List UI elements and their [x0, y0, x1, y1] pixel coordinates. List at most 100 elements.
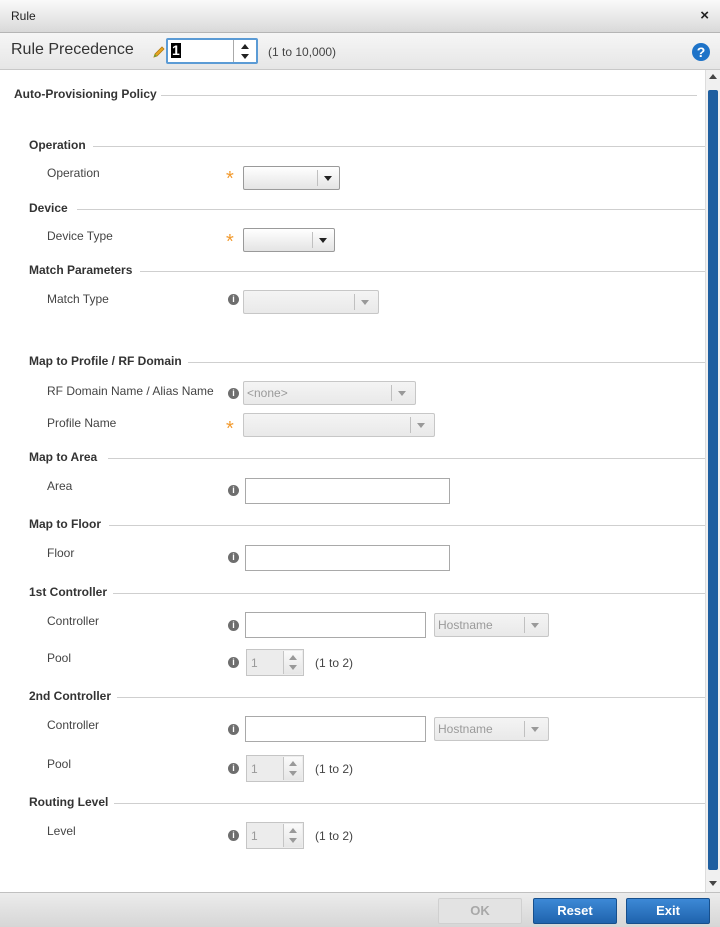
pool-1-range: (1 to 2) [315, 656, 354, 670]
decrement-icon[interactable] [289, 838, 297, 843]
section-map-area: Map to Area [29, 450, 98, 464]
divider [317, 170, 318, 186]
pool-2-stepper[interactable]: 1 [246, 755, 304, 782]
section-operation: Operation [29, 138, 86, 152]
divider [140, 271, 705, 272]
precedence-range: (1 to 10,000) [268, 45, 337, 59]
divider [108, 458, 705, 459]
increment-icon[interactable] [241, 44, 249, 49]
divider [312, 232, 313, 248]
operation-dropdown[interactable] [243, 166, 340, 190]
controller-2-type-value: Hostname [438, 722, 493, 736]
divider [117, 697, 705, 698]
increment-icon[interactable] [289, 655, 297, 660]
policy-title: Auto-Provisioning Policy [14, 87, 157, 101]
pool-2-range: (1 to 2) [315, 762, 354, 776]
controller-2-input[interactable] [245, 716, 426, 742]
decrement-icon[interactable] [289, 771, 297, 776]
info-icon: i [228, 294, 239, 305]
vertical-scrollbar[interactable] [705, 70, 720, 892]
chevron-down-icon[interactable] [531, 727, 539, 732]
dialog-footer: OK Reset Exit [0, 892, 720, 927]
form-content: Auto-Provisioning Policy Operation Opera… [0, 70, 705, 892]
floor-input[interactable] [245, 545, 450, 571]
scroll-down-icon[interactable] [709, 881, 717, 886]
chevron-down-icon[interactable] [361, 300, 369, 305]
level-label: Level [47, 824, 76, 838]
decrement-icon[interactable] [289, 665, 297, 670]
controller-1-input[interactable] [245, 612, 426, 638]
scroll-up-icon[interactable] [709, 74, 717, 79]
info-icon: i [228, 388, 239, 399]
precedence-stepper[interactable]: 1 [166, 38, 258, 64]
section-device: Device [29, 201, 68, 215]
rf-domain-dropdown[interactable]: <none> [243, 381, 416, 405]
chevron-down-icon[interactable] [324, 176, 332, 181]
reset-button[interactable]: Reset [533, 898, 617, 924]
pool-1-stepper[interactable]: 1 [246, 649, 304, 676]
chevron-down-icon[interactable] [531, 623, 539, 628]
floor-label: Floor [47, 546, 75, 560]
divider [114, 803, 705, 804]
level-stepper[interactable]: 1 [246, 822, 304, 849]
divider [410, 417, 411, 433]
divider [524, 617, 525, 633]
operation-label: Operation [47, 166, 100, 180]
level-value: 1 [251, 829, 258, 843]
divider [77, 209, 705, 210]
rf-domain-label: RF Domain Name / Alias Name [47, 384, 214, 398]
required-star-icon: * [226, 418, 234, 440]
ok-button[interactable]: OK [438, 898, 522, 924]
required-star-icon: * [226, 168, 234, 190]
divider [524, 721, 525, 737]
pool-2-stepper-buttons[interactable] [283, 757, 302, 780]
section-controller-2: 2nd Controller [29, 689, 112, 703]
info-icon: i [228, 552, 239, 563]
decrement-icon[interactable] [241, 54, 249, 59]
profile-name-dropdown[interactable] [243, 413, 435, 437]
section-routing-level: Routing Level [29, 795, 109, 809]
precedence-label: Rule Precedence [11, 41, 134, 58]
info-icon: i [228, 763, 239, 774]
info-icon: i [228, 724, 239, 735]
divider [113, 593, 705, 594]
match-type-dropdown[interactable] [243, 290, 379, 314]
increment-icon[interactable] [289, 828, 297, 833]
chevron-down-icon[interactable] [398, 391, 406, 396]
profile-name-label: Profile Name [47, 416, 117, 430]
precedence-row: Rule Precedence 1 (1 to 10,000) ? [0, 33, 720, 70]
pool-2-value: 1 [251, 762, 258, 776]
pool-1-value: 1 [251, 656, 258, 670]
required-star-icon: * [226, 231, 234, 253]
section-match-parameters: Match Parameters [29, 263, 133, 277]
chevron-down-icon[interactable] [417, 423, 425, 428]
title-bar: Rule × [0, 0, 720, 33]
pool-2-label: Pool [47, 757, 72, 771]
pool-1-stepper-buttons[interactable] [283, 651, 302, 674]
close-icon[interactable]: × [700, 7, 709, 24]
controller-2-label: Controller [47, 718, 100, 732]
increment-icon[interactable] [289, 761, 297, 766]
divider [93, 146, 705, 147]
section-map-profile: Map to Profile / RF Domain [29, 354, 182, 368]
section-controller-1: 1st Controller [29, 585, 108, 599]
area-label: Area [47, 479, 73, 493]
area-input[interactable] [245, 478, 450, 504]
precedence-value[interactable]: 1 [171, 43, 181, 58]
info-icon: i [228, 620, 239, 631]
divider [161, 95, 697, 96]
help-icon[interactable]: ? [692, 43, 710, 61]
divider [109, 525, 705, 526]
controller-2-type-dropdown[interactable]: Hostname [434, 717, 549, 741]
device-type-label: Device Type [47, 229, 113, 243]
exit-button[interactable]: Exit [626, 898, 710, 924]
controller-1-type-dropdown[interactable]: Hostname [434, 613, 549, 637]
level-stepper-buttons[interactable] [283, 824, 302, 847]
precedence-stepper-buttons[interactable] [233, 40, 256, 62]
window-title: Rule [11, 9, 36, 23]
device-type-dropdown[interactable] [243, 228, 335, 252]
level-range: (1 to 2) [315, 829, 354, 843]
controller-1-label: Controller [47, 614, 100, 628]
scroll-thumb[interactable] [708, 90, 718, 870]
chevron-down-icon[interactable] [319, 238, 327, 243]
